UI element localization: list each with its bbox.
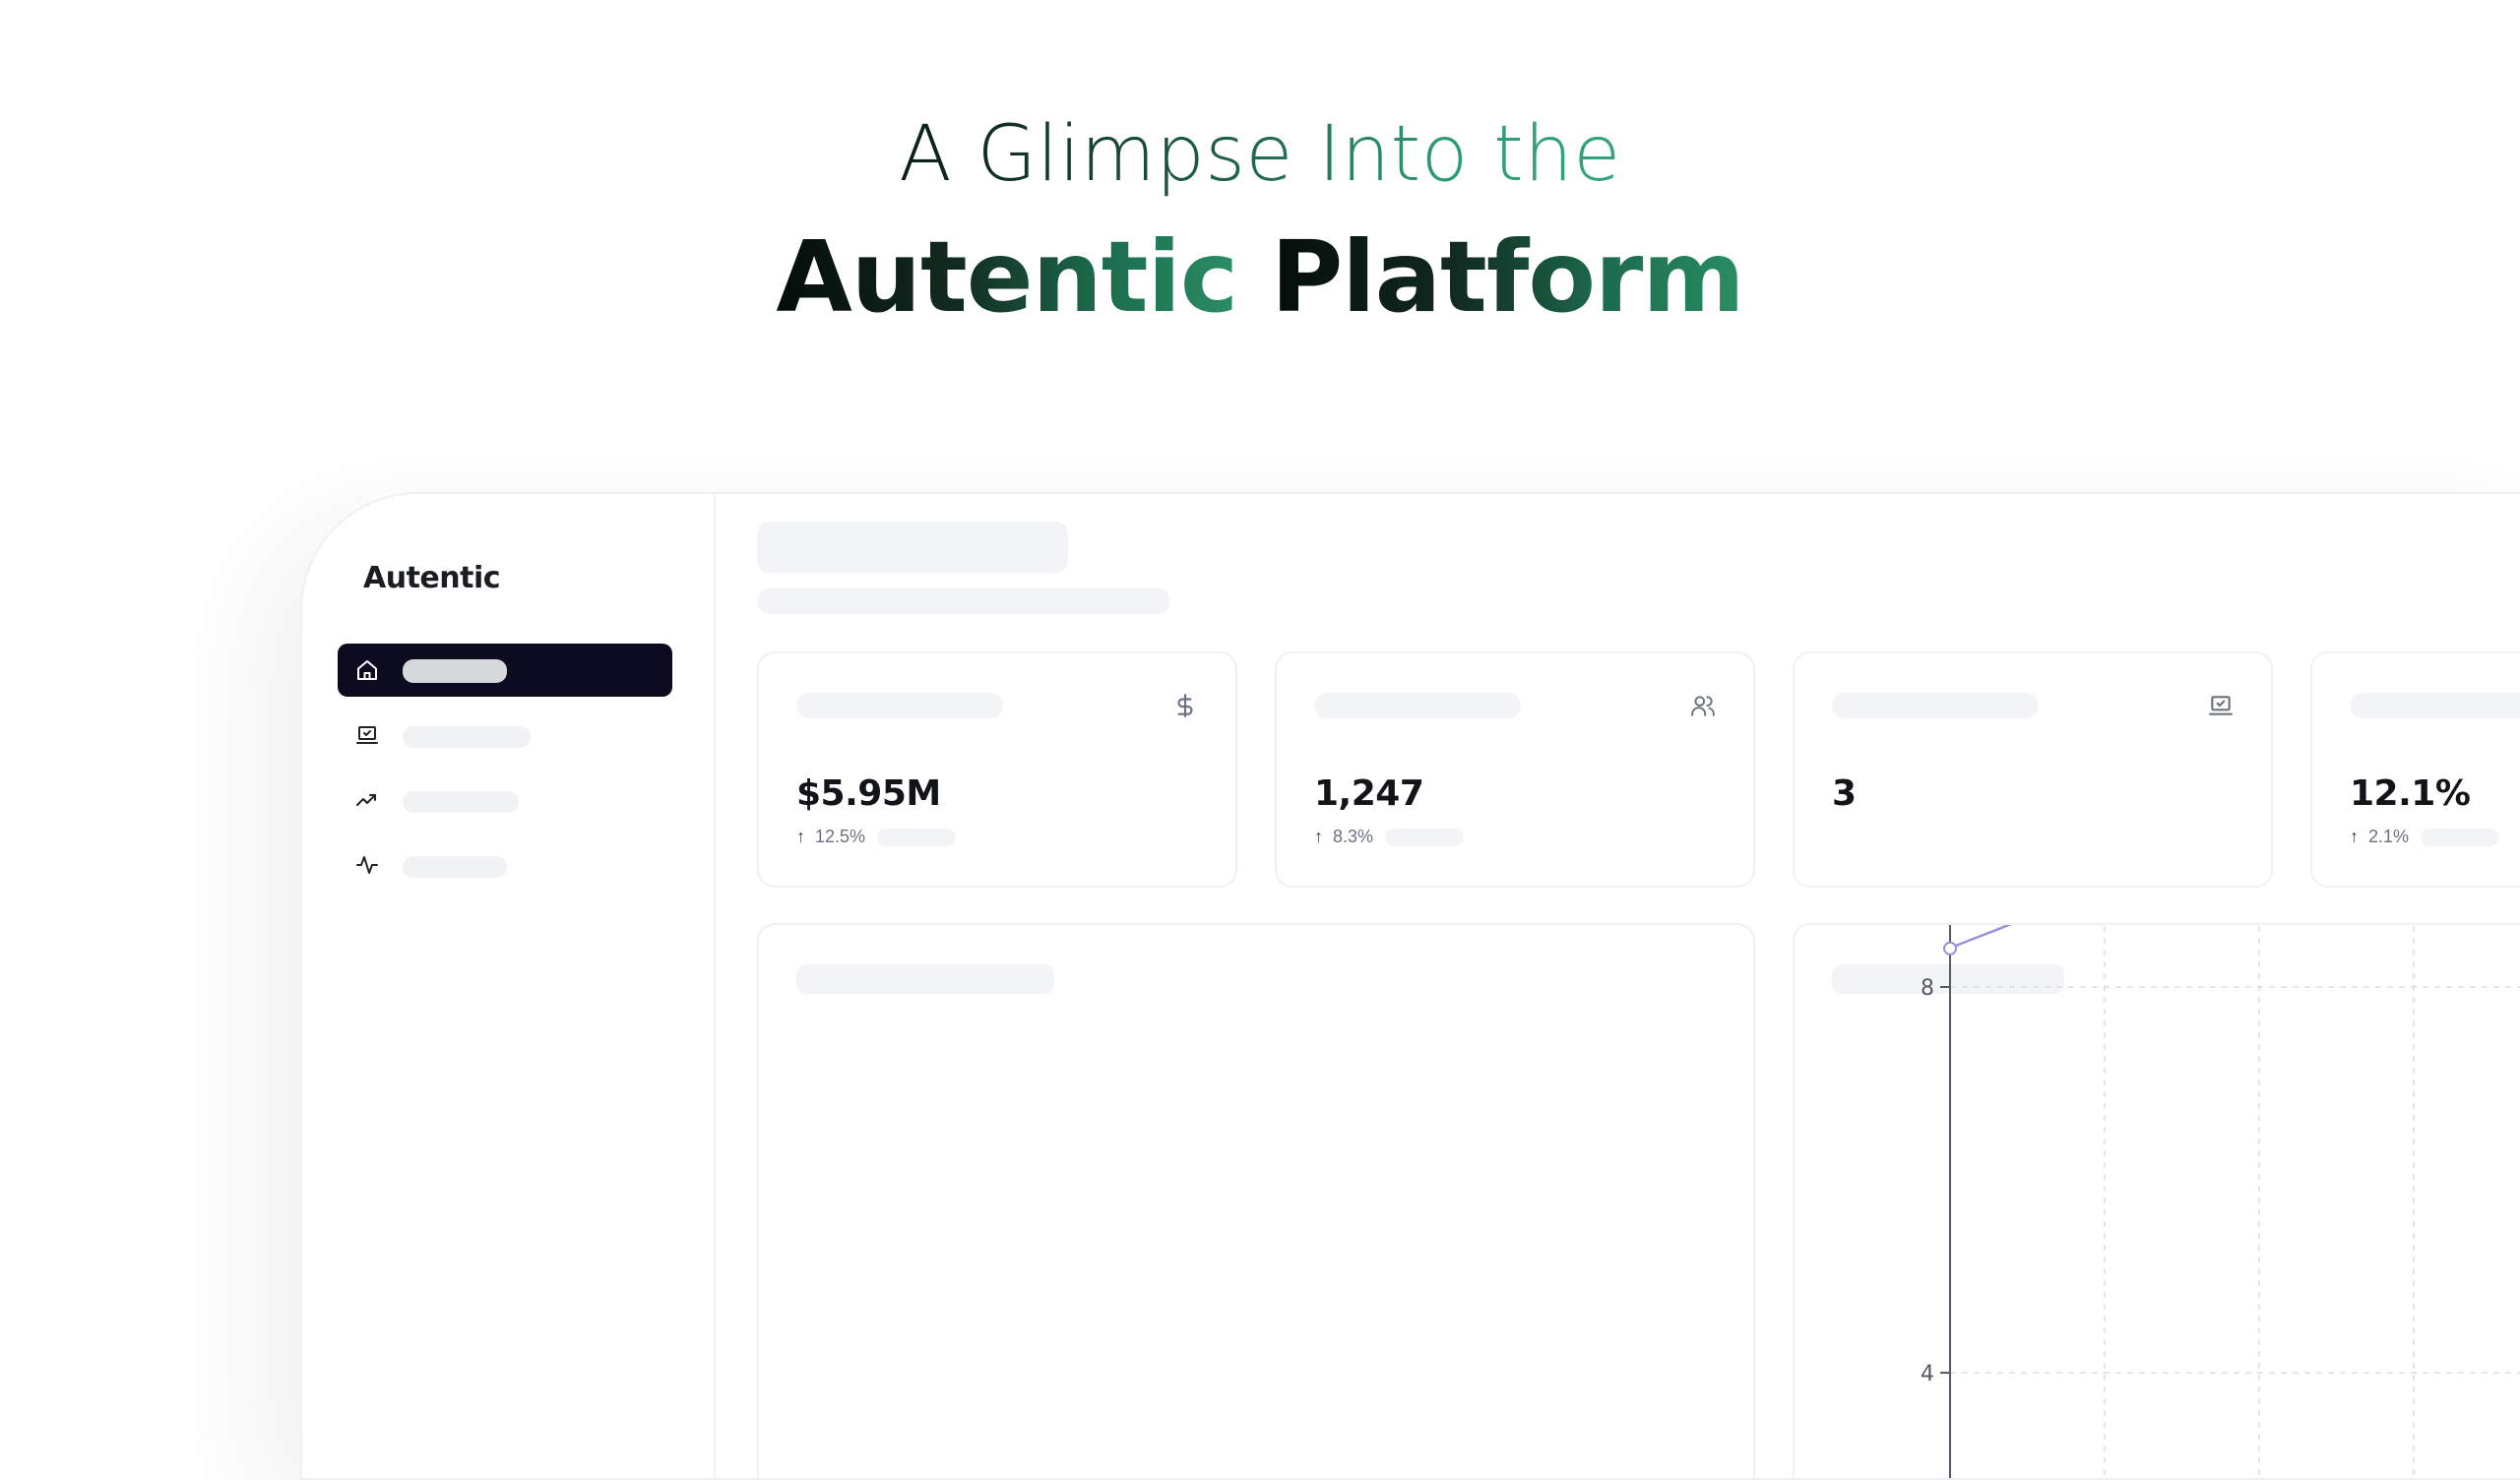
chart-panel-right: 481216 xyxy=(1793,923,2520,1478)
stat-card-revenue[interactable]: $5.95M ↑ 12.5% xyxy=(757,651,1237,888)
stat-label-placeholder xyxy=(796,693,1003,718)
stat-label-placeholder xyxy=(2350,693,2520,718)
stat-change: ↑ 12.5% xyxy=(796,827,957,847)
stat-label-placeholder xyxy=(1314,693,1521,718)
laptop-check-icon xyxy=(356,726,378,744)
sidebar-item-activity[interactable] xyxy=(338,838,672,892)
sidebar: Autentic xyxy=(302,494,716,1478)
sidebar-item-label-placeholder xyxy=(403,726,531,748)
stat-change: ↑ 2.1% xyxy=(2350,827,2500,847)
sidebar-item-home[interactable] xyxy=(338,644,672,697)
stat-card-rate[interactable]: 12.1% ↑ 2.1% xyxy=(2310,651,2520,888)
series-line xyxy=(1949,925,2012,950)
hero-title-platform: Platform xyxy=(1271,219,1745,335)
hero: A Glimpse Into the Autentic Platform xyxy=(0,116,2520,327)
main-content: $5.95M ↑ 12.5% 1,247 ↑ 8.3% 3 12.1% ↑ 2.… xyxy=(716,494,2520,1478)
y-tick-label: 8 xyxy=(1921,976,1934,1001)
stat-value: $5.95M xyxy=(796,773,941,814)
sidebar-item-trends[interactable] xyxy=(338,773,672,827)
data-point xyxy=(1943,941,1957,956)
users-icon xyxy=(1691,696,1715,716)
sidebar-item-label-placeholder xyxy=(403,791,519,813)
page-subtitle-placeholder xyxy=(757,588,1170,614)
arrow-up-icon: ↑ xyxy=(2350,827,2359,846)
page-title-placeholder xyxy=(757,522,1068,573)
activity-icon xyxy=(356,856,378,874)
laptop-check-icon xyxy=(2209,696,2233,715)
dollar-icon xyxy=(1177,694,1193,717)
stat-card-devices[interactable]: 3 xyxy=(1793,651,2273,888)
stat-value: 12.1% xyxy=(2350,773,2471,814)
arrow-up-icon: ↑ xyxy=(1314,827,1323,846)
sidebar-item-devices[interactable] xyxy=(338,709,672,762)
stat-change: ↑ 8.3% xyxy=(1314,827,1465,847)
stat-value: 3 xyxy=(1832,773,1857,814)
chart-panel-left xyxy=(757,923,1755,1478)
logo: Autentic xyxy=(363,561,501,595)
hero-subtitle: A Glimpse Into the xyxy=(899,110,1621,199)
sidebar-item-label-placeholder xyxy=(403,659,507,683)
sidebar-item-label-placeholder xyxy=(403,856,507,878)
stat-card-users[interactable]: 1,247 ↑ 8.3% xyxy=(1275,651,1755,888)
app-window: Autentic $5.95M ↑ 12.5% 1,247 ↑ 8.3% 3 1… xyxy=(300,492,2520,1480)
line-chart: 481216 xyxy=(1921,925,2520,1478)
hero-title-brand: Autentic xyxy=(776,219,1238,335)
stat-change-label-placeholder xyxy=(2421,828,2500,846)
stat-change-label-placeholder xyxy=(877,828,957,846)
stat-value: 1,247 xyxy=(1314,773,1424,814)
panel-title-placeholder xyxy=(796,964,1054,994)
hero-title: Autentic Platform xyxy=(0,228,2520,327)
stat-label-placeholder xyxy=(1832,693,2039,718)
trending-up-icon xyxy=(356,794,376,806)
y-tick-label: 4 xyxy=(1921,1362,1934,1387)
stat-change-label-placeholder xyxy=(1385,828,1465,846)
arrow-up-icon: ↑ xyxy=(796,827,805,846)
home-icon xyxy=(357,660,377,680)
